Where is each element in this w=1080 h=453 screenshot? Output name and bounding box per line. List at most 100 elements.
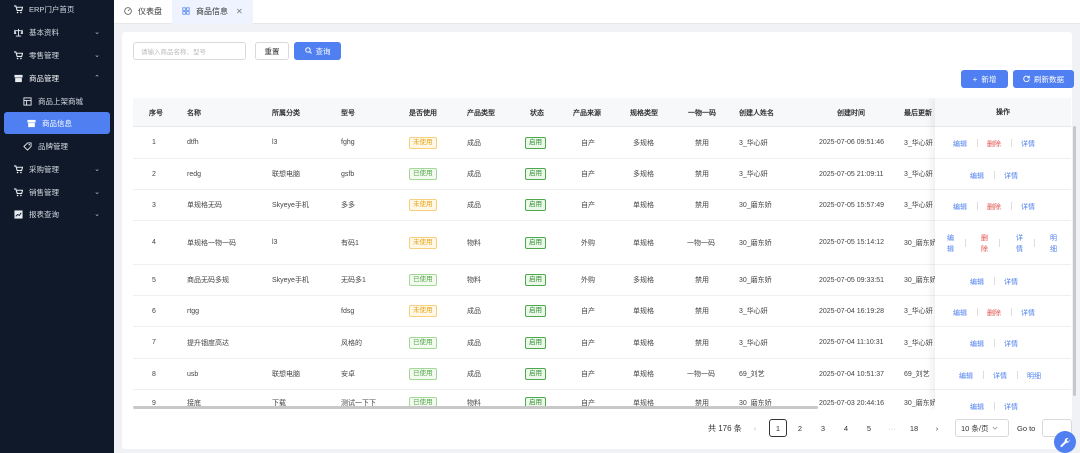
sidebar-item-basic-data[interactable]: 基本资料 ⌄: [0, 21, 114, 43]
used-badge: 已使用: [409, 274, 437, 286]
query-button[interactable]: 查询: [294, 42, 341, 60]
page-5[interactable]: 5: [860, 419, 878, 437]
delete-link[interactable]: 删除: [987, 139, 1001, 149]
cell-status: 启用: [525, 127, 546, 158]
table-row: 3 单规格无码 Skyeye手机 多多 未使用 成品 启用 自产 单规格 禁用 …: [133, 190, 1071, 221]
detail-link[interactable]: 详情: [993, 371, 1007, 381]
sidebar-item-label: ERP门户首页: [29, 4, 75, 14]
cell-type: 成品: [467, 139, 481, 147]
cell-created: 2025-07-04 16:19:28: [819, 307, 884, 315]
edit-link[interactable]: 编辑: [970, 277, 984, 287]
detail-link[interactable]: 详情: [1004, 402, 1018, 410]
prev-page-button[interactable]: ‹: [746, 419, 764, 437]
edit-link[interactable]: 编辑: [953, 308, 967, 318]
edit-link[interactable]: 编辑: [953, 202, 967, 212]
shop-icon: [22, 96, 32, 106]
edit-link[interactable]: 编辑: [970, 402, 984, 410]
used-badge: 未使用: [409, 305, 437, 317]
sidebar-item-purchase[interactable]: 采购管理 ⌄: [0, 158, 114, 180]
sidebar-item-label: 品牌管理: [38, 141, 68, 151]
table-header: 序号 名称 所属分类 型号 是否使用 产品类型 状态 产品来源 规格类型 一物一…: [133, 98, 1071, 127]
sidebar-item-product-mgmt[interactable]: 商品管理 ⌃: [0, 67, 114, 89]
sidebar-item-reports[interactable]: 报表查询 ⌄: [0, 203, 114, 225]
sidebar-item-product-info[interactable]: 商品信息: [4, 112, 110, 134]
cell-created: 2025-07-05 21:09:11: [819, 170, 884, 178]
table-row: 2 redg 联想电脑 gsfb 已使用 成品 启用 自产 多规格 禁用 3_华…: [133, 159, 1071, 190]
sidebar-item-product-shelf[interactable]: 商品上架商城: [0, 90, 114, 112]
refresh-button[interactable]: 刷新数据: [1013, 70, 1074, 88]
search-input[interactable]: 请输入商品名称、型号: [133, 42, 246, 60]
delete-link[interactable]: 删除: [987, 202, 1001, 212]
scale-icon: [13, 27, 23, 37]
page-3[interactable]: 3: [814, 419, 832, 437]
edit-link[interactable]: 编辑: [959, 371, 973, 381]
cell-type: 成品: [467, 339, 481, 347]
add-button[interactable]: + 新增: [961, 70, 1008, 88]
delete-link[interactable]: 删除: [981, 233, 989, 255]
cell-used: 已使用: [409, 159, 437, 189]
reset-button[interactable]: 重置: [255, 42, 289, 60]
sidebar-item-brand[interactable]: 品牌管理: [0, 135, 114, 157]
detail-link[interactable]: 详情: [1021, 202, 1035, 212]
detail-link[interactable]: 详情: [1021, 139, 1035, 149]
edit-link[interactable]: 编辑: [953, 139, 967, 149]
tab-dashboard[interactable]: 仪表盘: [114, 0, 172, 24]
edit-link[interactable]: 编辑: [970, 339, 984, 349]
delete-link[interactable]: 删除: [987, 308, 1001, 318]
page-1[interactable]: 1: [769, 419, 787, 437]
table-row: 1 dtfh l3 fghg 未使用 成品 启用 自产 多规格 禁用 3_华心妍…: [133, 127, 1071, 159]
cell-status: 启用: [525, 327, 546, 358]
detail-link[interactable]: 详情: [1004, 171, 1018, 181]
cell-spec: 多规格: [633, 277, 654, 284]
table-row: 5 商品无码多规 Skyeye手机 无码多1 已使用 物料 启用 外购 多规格 …: [133, 265, 1071, 296]
cell-code: 禁用: [695, 139, 709, 147]
horizontal-scrollbar[interactable]: [133, 406, 818, 409]
cell-name: usb: [187, 370, 199, 378]
tag-icon: [22, 141, 32, 151]
cell-creator: 3_华心妍: [739, 171, 768, 178]
page-4[interactable]: 4: [837, 419, 855, 437]
cell-source: 自产: [581, 171, 595, 178]
cart-icon: [13, 4, 23, 14]
detail-link[interactable]: 详情: [1021, 308, 1035, 318]
reset-label: 重置: [264, 46, 280, 56]
sidebar-item-erp-home[interactable]: ERP门户首页: [0, 0, 114, 20]
cell-updated: 3_华心妍: [904, 339, 933, 347]
cell-name: redg: [187, 170, 202, 178]
product-table: 序号 名称 所属分类 型号 是否使用 产品类型 状态 产品来源 规格类型 一物一…: [133, 98, 1071, 410]
status-badge: 启用: [525, 168, 546, 180]
sidebar-item-sales[interactable]: 销售管理 ⌄: [0, 181, 114, 203]
cell-no: 5: [152, 276, 156, 284]
edit-link[interactable]: 编辑: [970, 171, 984, 181]
sidebar-item-label: 销售管理: [29, 187, 59, 197]
page-ellipsis[interactable]: ···: [883, 419, 901, 437]
cell-model: 无码多1: [341, 277, 366, 284]
detail-link[interactable]: 详情: [1016, 233, 1024, 255]
cell-model: 风格的: [341, 339, 362, 347]
page-size-select[interactable]: 10 条/页: [955, 419, 1009, 437]
tab-product-info[interactable]: 商品信息 ✕: [172, 0, 253, 24]
next-page-button[interactable]: ›: [928, 419, 946, 437]
detail-link[interactable]: 详情: [1004, 277, 1018, 287]
edit-link[interactable]: 编辑: [947, 233, 955, 255]
sidebar-item-retail[interactable]: 零售管理 ⌄: [0, 44, 114, 66]
page-2[interactable]: 2: [791, 419, 809, 437]
header-cell: 最后更新: [904, 109, 932, 117]
ops-row: 编辑 详情: [935, 265, 1071, 296]
header-cell: 一物一码: [688, 109, 716, 117]
header-cell: 所属分类: [272, 109, 300, 117]
ops-row: 编辑 详情 明细: [935, 359, 1071, 390]
page-18[interactable]: 18: [905, 419, 923, 437]
cell-category: 联想电脑: [272, 171, 300, 178]
chevron-down-icon: ⌄: [94, 166, 100, 173]
detail-items-link[interactable]: 明细: [1050, 233, 1058, 255]
tabs-bar: 仪表盘 商品信息 ✕: [114, 0, 1080, 24]
vertical-scrollbar[interactable]: [1073, 126, 1076, 396]
search-icon: [304, 46, 312, 56]
wrench-icon[interactable]: [1054, 431, 1076, 453]
used-badge: 已使用: [409, 336, 437, 349]
close-icon[interactable]: ✕: [236, 7, 243, 16]
detail-items-link[interactable]: 明细: [1027, 371, 1041, 381]
detail-link[interactable]: 详情: [1004, 339, 1018, 349]
cell-no: 8: [152, 370, 156, 378]
